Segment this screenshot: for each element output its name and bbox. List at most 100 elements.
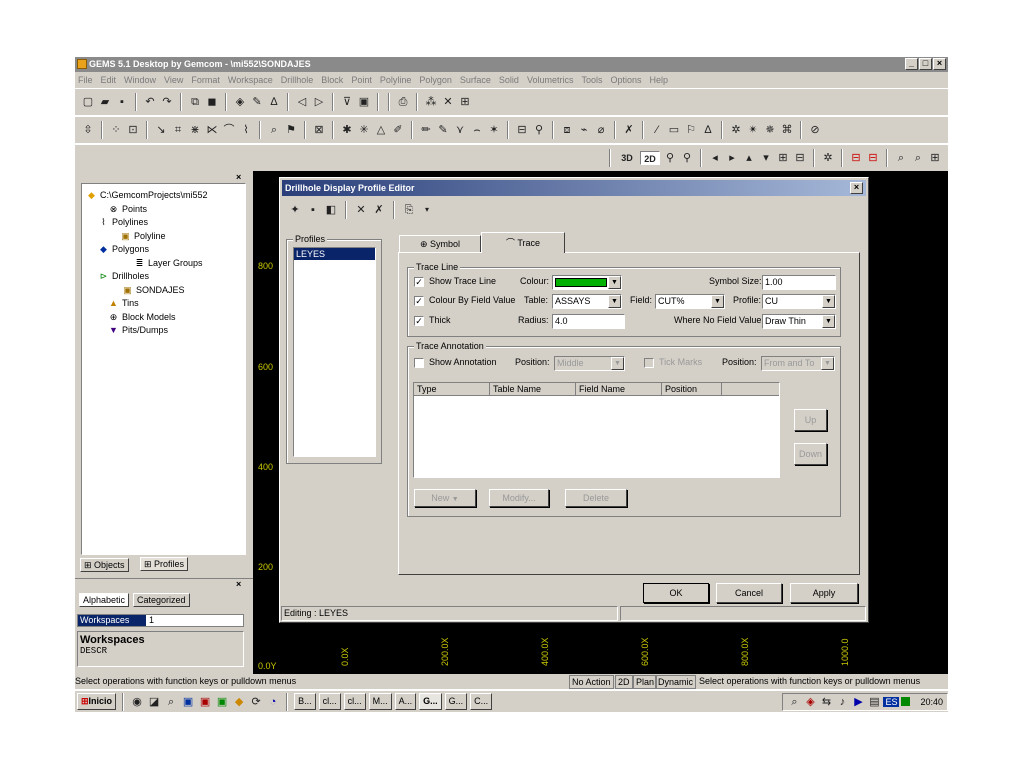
task-btn-gems[interactable]: G...: [419, 693, 442, 710]
no-icon[interactable]: ⊘: [808, 123, 822, 137]
select-area-icon[interactable]: ⊡: [126, 123, 140, 137]
next-icon[interactable]: ▷: [312, 95, 326, 109]
delete-button[interactable]: Delete: [565, 489, 627, 507]
ok-button[interactable]: OK: [643, 583, 709, 603]
props-close-button[interactable]: ×: [236, 579, 241, 589]
menu-polyline[interactable]: Polyline: [380, 72, 412, 88]
symbol-size-input[interactable]: 1.00: [762, 275, 836, 290]
delete-all-icon[interactable]: ✗: [372, 203, 386, 217]
cross-icon[interactable]: ✕: [441, 95, 455, 109]
star4-icon[interactable]: ✵: [763, 123, 777, 137]
profile-select[interactable]: CU ▼: [762, 294, 836, 309]
pan-left-icon[interactable]: ◂: [708, 151, 722, 165]
tab-symbol[interactable]: ⊕ Symbol: [399, 235, 481, 252]
tray-green-icon[interactable]: [901, 697, 911, 706]
mark-icon[interactable]: ⚑: [284, 123, 298, 137]
vertex-icon[interactable]: ⋎: [453, 123, 467, 137]
menu-drillhole[interactable]: Drillhole: [281, 72, 314, 88]
pin-icon[interactable]: ⚲: [532, 123, 546, 137]
tree-drillholes[interactable]: ⊳ Drillholes: [98, 271, 149, 282]
star-icon[interactable]: ✱: [340, 123, 354, 137]
triangle-icon[interactable]: △: [374, 123, 388, 137]
redo-icon[interactable]: ↷: [160, 95, 174, 109]
where-no-field-select[interactable]: Draw Thin ▼: [762, 314, 836, 329]
points-icon[interactable]: ⁂: [424, 95, 438, 109]
snap-icon[interactable]: ⌁: [577, 123, 591, 137]
measure-icon[interactable]: ∆: [267, 95, 281, 109]
search-icon[interactable]: ⌕: [267, 123, 281, 137]
tree-polyline[interactable]: ▣ Polyline: [120, 231, 165, 242]
tray-shield-icon[interactable]: ◈: [803, 695, 817, 709]
explorer-icon[interactable]: ⌕: [164, 695, 178, 709]
task-btn-2[interactable]: cl...: [318, 693, 341, 710]
tree-points[interactable]: ⊗ Points: [108, 204, 147, 215]
colour-by-field-checkbox[interactable]: ✓: [414, 296, 424, 306]
menu-window[interactable]: Window: [124, 72, 156, 88]
undo-icon[interactable]: ↶: [143, 95, 157, 109]
filter-icon[interactable]: ⊽: [340, 95, 354, 109]
pan-right-icon[interactable]: ▸: [725, 151, 739, 165]
view-fit-icon[interactable]: ⊟: [793, 151, 807, 165]
delete-profile-icon[interactable]: ✕: [354, 203, 368, 217]
menu-block[interactable]: Block: [321, 72, 343, 88]
profiles-list[interactable]: LEYES: [293, 247, 376, 457]
menu-tools[interactable]: Tools: [581, 72, 602, 88]
minimize-button[interactable]: _: [905, 58, 918, 70]
zoom-box-icon[interactable]: ⊟: [515, 123, 529, 137]
tray-icon-5[interactable]: ▶: [851, 695, 865, 709]
view-3d-button[interactable]: 3D: [617, 151, 637, 165]
menu-format[interactable]: Format: [191, 72, 220, 88]
menu-options[interactable]: Options: [610, 72, 641, 88]
up-button[interactable]: Up: [794, 409, 827, 431]
excel-icon[interactable]: ▣: [215, 695, 229, 709]
position-select[interactable]: Middle ▼: [554, 356, 625, 371]
language-indicator[interactable]: ES: [883, 696, 900, 707]
new-button[interactable]: New ▼: [414, 489, 476, 507]
task-btn-1[interactable]: B...: [294, 693, 316, 710]
tab-profiles[interactable]: ⊞ Profiles: [140, 557, 189, 571]
new-profile-icon[interactable]: ✦: [288, 203, 302, 217]
x-tool-icon[interactable]: ✗: [622, 123, 636, 137]
ie-icon[interactable]: ◉: [130, 695, 144, 709]
join-icon[interactable]: ⋇: [188, 123, 202, 137]
copy-area-icon[interactable]: ⧈: [560, 123, 574, 137]
menu-volumetrics[interactable]: Volumetrics: [527, 72, 574, 88]
show-annotation-checkbox[interactable]: [414, 358, 424, 368]
tick-marks-checkbox[interactable]: [644, 358, 654, 368]
import-dropdown-icon[interactable]: ▾: [420, 203, 434, 217]
table-select[interactable]: ASSAYS ▼: [552, 294, 622, 309]
burst-icon[interactable]: ✳: [357, 123, 371, 137]
task-btn-8[interactable]: C...: [470, 693, 493, 710]
cancel-button[interactable]: Cancel: [716, 583, 782, 603]
colour-picker[interactable]: ▼: [552, 275, 622, 290]
import-icon[interactable]: ⎘: [402, 203, 416, 217]
poly-tool-icon[interactable]: ⌗: [171, 123, 185, 137]
pan-down-icon[interactable]: ▾: [759, 151, 773, 165]
split-icon[interactable]: ⋉: [205, 123, 219, 137]
select-points-icon[interactable]: ⁘: [109, 123, 123, 137]
tree-tins[interactable]: ▲ Tins: [108, 298, 139, 309]
thick-checkbox[interactable]: ✓: [414, 316, 424, 326]
tree-layer-groups[interactable]: ≣ Layer Groups: [134, 258, 203, 269]
dialog-close-button[interactable]: ×: [850, 182, 863, 194]
save-all-icon[interactable]: ◧: [324, 203, 338, 217]
new-file-icon[interactable]: ▢: [81, 95, 95, 109]
previous-icon[interactable]: ◁: [295, 95, 309, 109]
menu-view[interactable]: View: [164, 72, 183, 88]
trim-icon[interactable]: ⌇: [239, 123, 253, 137]
tag-icon[interactable]: ⌘: [780, 123, 794, 137]
position2-select[interactable]: From and To ▼: [761, 356, 835, 371]
tab-trace[interactable]: ⌒ Trace: [481, 232, 565, 253]
tray-network-icon[interactable]: ⇆: [819, 695, 833, 709]
tray-icon-6[interactable]: ▤: [867, 695, 881, 709]
query3-icon[interactable]: ⊞: [928, 151, 942, 165]
grid-icon[interactable]: ⊠: [312, 123, 326, 137]
query2-icon[interactable]: ⌕: [911, 151, 925, 165]
menu-edit[interactable]: Edit: [101, 72, 117, 88]
down-button[interactable]: Down: [794, 443, 827, 465]
tree-root[interactable]: ◆ C:\GemcomProjects\mi552: [86, 190, 208, 201]
menu-help[interactable]: Help: [650, 72, 669, 88]
rectangle-icon[interactable]: ▭: [667, 123, 681, 137]
menu-file[interactable]: File: [78, 72, 93, 88]
view-box-icon[interactable]: ⊞: [776, 151, 790, 165]
